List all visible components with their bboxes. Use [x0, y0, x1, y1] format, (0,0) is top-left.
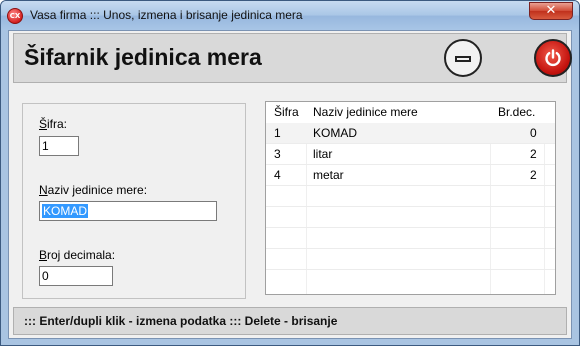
table-row[interactable]: 1 KOMAD 0 [266, 123, 555, 144]
cell-sifra: 3 [274, 147, 281, 161]
naziv-input-value: KOMAD [42, 204, 89, 218]
header-band: Šifarnik jedinica mera [13, 33, 572, 83]
naziv-label: Naziv jedinice mere: [39, 183, 147, 197]
empty-row [266, 186, 555, 207]
grid-header: Šifra Naziv jedinice mere Br.dec. [266, 102, 555, 124]
empty-row [266, 249, 555, 270]
close-button[interactable]: ✕ [529, 2, 573, 20]
status-hint: ::: Enter/dupli klik - izmena podatka ::… [24, 314, 338, 328]
cell-naziv: KOMAD [313, 126, 358, 140]
sifra-input[interactable]: 1 [39, 136, 79, 156]
app-window: CX Vasa firma ::: Unos, izmena i brisanj… [0, 0, 580, 346]
naziv-label-mnemonic: N [39, 183, 48, 197]
status-bar: ::: Enter/dupli klik - izmena podatka ::… [13, 307, 567, 335]
power-symbol [545, 49, 561, 67]
cell-brdec: 2 [530, 168, 537, 182]
empty-row [266, 228, 555, 249]
decimala-label-mnemonic: B [39, 248, 48, 262]
empty-row [266, 207, 555, 228]
minimize-bar [455, 56, 471, 62]
sifra-label: Šifra: [39, 117, 67, 131]
table-row[interactable]: 4 metar 2 [266, 165, 555, 186]
minimize-icon[interactable] [444, 39, 482, 77]
col-header-naziv[interactable]: Naziv jedinice mere [313, 102, 418, 122]
decimala-label: Broj decimala: [39, 248, 115, 262]
cell-sifra: 4 [274, 168, 281, 182]
col-header-brdec[interactable]: Br.dec. [498, 102, 535, 122]
decimala-label-text: roj decimala: [47, 248, 116, 262]
naziv-label-text: aziv jedinice mere: [47, 183, 148, 197]
sifra-label-text: ifra: [47, 117, 68, 131]
decimala-input[interactable]: 0 [39, 266, 113, 286]
cell-naziv: litar [313, 147, 333, 161]
cell-brdec: 2 [530, 147, 537, 161]
window-title: Vasa firma ::: Unos, izmena i brisanje j… [30, 8, 303, 22]
cell-naziv: metar [313, 168, 344, 182]
power-icon[interactable] [534, 39, 572, 77]
col-header-sifra[interactable]: Šifra [274, 102, 299, 122]
units-grid[interactable]: Šifra Naziv jedinice mere Br.dec. 1 KOMA… [265, 101, 556, 295]
table-row[interactable]: 3 litar 2 [266, 144, 555, 165]
app-icon[interactable]: CX [7, 8, 23, 24]
naziv-input[interactable]: KOMAD [39, 201, 217, 221]
client-area: Šifarnik jedinica mera Šifra: 1 Naziv je… [8, 30, 572, 339]
sifra-label-mnemonic: Š [39, 117, 48, 131]
cell-brdec: 0 [530, 126, 537, 140]
page-title: Šifarnik jedinica mera [24, 44, 262, 70]
title-bar[interactable]: CX Vasa firma ::: Unos, izmena i brisanj… [1, 1, 579, 30]
cell-sifra: 1 [274, 126, 281, 140]
